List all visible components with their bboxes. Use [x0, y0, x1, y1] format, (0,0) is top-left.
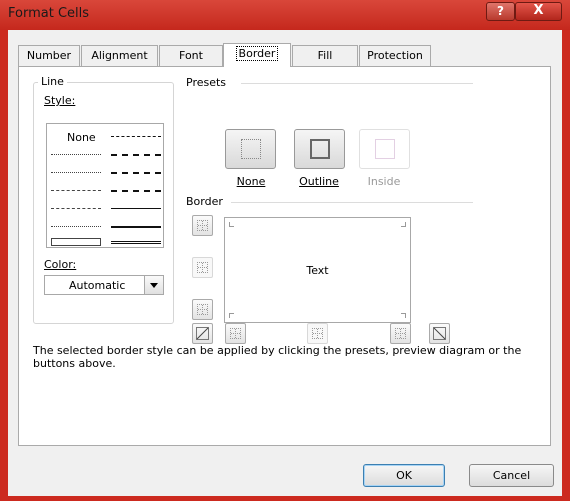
- border-divider: [231, 202, 473, 203]
- border-inside-vertical-icon: [312, 328, 323, 339]
- line-style-medium[interactable]: [111, 226, 161, 228]
- border-bottom-icon: [197, 304, 208, 315]
- border-right-button[interactable]: [390, 323, 411, 344]
- presets-label: Presets: [186, 76, 227, 89]
- line-style-medium-dash-dot[interactable]: [111, 172, 161, 174]
- border-right-icon: [395, 328, 406, 339]
- line-style-dash-dot[interactable]: [51, 208, 101, 209]
- line-style-none[interactable]: None: [67, 131, 96, 144]
- presets-divider: [241, 83, 473, 84]
- line-style-thin[interactable]: [111, 208, 161, 209]
- corner-mark: [229, 313, 234, 318]
- line-style-double[interactable]: [111, 241, 161, 244]
- border-inside-horizontal-icon: [197, 262, 208, 273]
- border-left-icon: [230, 328, 241, 339]
- line-group: Line Style: None Color: Automatic: [33, 75, 174, 324]
- tab-alignment[interactable]: Alignment: [81, 45, 158, 66]
- diagonal-up-icon: [196, 327, 209, 340]
- preset-none-icon: [241, 139, 261, 159]
- preset-inside-icon: [375, 139, 395, 159]
- color-dropdown[interactable]: Automatic: [44, 275, 164, 295]
- border-top-icon: [197, 220, 208, 231]
- line-style-dashed[interactable]: [51, 226, 101, 227]
- border-inside-horizontal-button[interactable]: [192, 257, 213, 278]
- border-diagonal-down-button[interactable]: [429, 323, 450, 344]
- line-style-hair[interactable]: [51, 154, 101, 155]
- border-bottom-button[interactable]: [192, 299, 213, 320]
- color-value: Automatic: [69, 279, 126, 292]
- preset-none-label: None: [236, 175, 266, 188]
- tab-border[interactable]: Border: [223, 43, 291, 67]
- border-preview[interactable]: Text: [224, 217, 411, 323]
- line-style-dash-dot-dot[interactable]: [51, 190, 101, 191]
- line-style-medium-dash-dot-dot[interactable]: [111, 136, 161, 137]
- preset-outline-button[interactable]: [294, 129, 345, 169]
- info-text: The selected border style can be applied…: [33, 344, 522, 370]
- style-label: Style:: [44, 94, 76, 107]
- preset-outline-icon: [310, 139, 330, 159]
- cancel-button[interactable]: Cancel: [469, 464, 554, 487]
- color-label: Color:: [44, 258, 77, 271]
- preset-outline-label: Outline: [299, 175, 339, 188]
- tab-fill[interactable]: Fill: [292, 45, 358, 66]
- dialog-client-area: Number Alignment Font Border Fill Protec…: [8, 30, 562, 496]
- title-bar[interactable]: Format Cells ? X: [0, 0, 570, 30]
- border-inside-vertical-button[interactable]: [307, 323, 328, 344]
- border-tab-panel: Line Style: None Color: Automatic Preset…: [18, 66, 551, 446]
- format-cells-window: Format Cells ? X Number Alignment Font B…: [0, 0, 570, 501]
- border-top-button[interactable]: [192, 215, 213, 236]
- preset-inside-button[interactable]: [359, 129, 410, 169]
- close-button[interactable]: X: [515, 2, 562, 21]
- corner-mark: [401, 313, 406, 318]
- tab-font[interactable]: Font: [159, 45, 223, 66]
- line-group-label: Line: [38, 75, 67, 88]
- line-style-list[interactable]: None: [46, 123, 164, 248]
- corner-mark: [401, 222, 406, 227]
- line-style-dotted[interactable]: [51, 172, 101, 173]
- tab-protection[interactable]: Protection: [359, 45, 431, 66]
- border-label: Border: [186, 195, 223, 208]
- preview-text: Text: [306, 264, 329, 277]
- line-style-slant-dash-dot[interactable]: [111, 154, 161, 156]
- border-diagonal-up-button[interactable]: [192, 323, 213, 344]
- preset-none-button[interactable]: [225, 129, 276, 169]
- chevron-down-icon[interactable]: [144, 276, 163, 294]
- tab-number[interactable]: Number: [18, 45, 80, 66]
- ok-button[interactable]: OK: [363, 464, 445, 487]
- help-button[interactable]: ?: [486, 2, 515, 21]
- diagonal-down-icon: [433, 327, 446, 340]
- window-title: Format Cells: [8, 6, 90, 21]
- preset-inside-label: Inside: [367, 175, 401, 188]
- line-style-selected-thin[interactable]: [51, 238, 101, 246]
- line-style-medium-dashed[interactable]: [111, 190, 161, 192]
- border-left-button[interactable]: [225, 323, 246, 344]
- corner-mark: [229, 222, 234, 227]
